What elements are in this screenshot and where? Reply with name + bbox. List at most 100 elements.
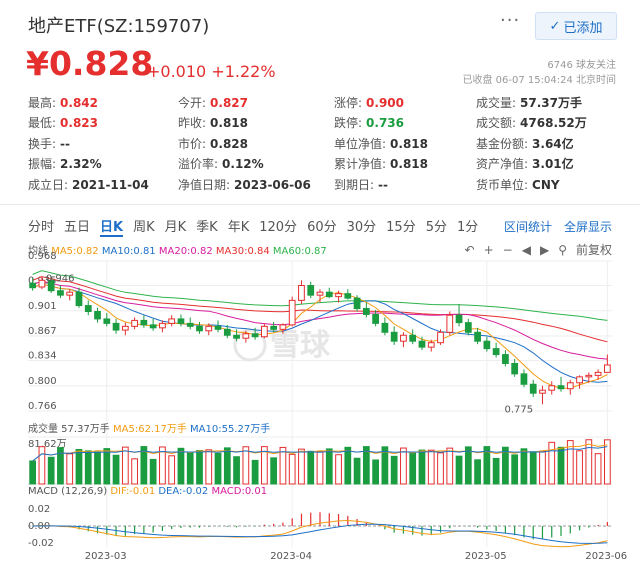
quote-value: 0.818 — [210, 116, 249, 130]
quote-item: 成交额: 4768.52万 — [476, 114, 587, 131]
tab-5[interactable]: 季K — [196, 216, 218, 237]
price-tick-label: 0.834 — [28, 351, 57, 362]
macd-legend: MACD (12,26,9) DIF:-0.01 DEA:-0.02 MACD:… — [28, 486, 267, 497]
candle-body — [112, 322, 120, 331]
tab-11[interactable]: 5分 — [426, 216, 447, 237]
more-options-icon[interactable]: ··· — [500, 10, 520, 31]
volume-bar — [38, 446, 46, 485]
candle-body — [103, 318, 111, 324]
tab-0[interactable]: 分时 — [28, 216, 54, 237]
candle-body — [474, 331, 481, 342]
candle-body — [149, 324, 157, 329]
added-watchlist-button[interactable]: ✓ 已添加 — [535, 12, 617, 40]
quote-value: 2.32% — [60, 157, 102, 171]
volume-bar — [455, 455, 463, 485]
fund-title: 地产ETF(SZ:159707) — [28, 16, 210, 37]
quote-value: CNY — [532, 178, 560, 192]
candle-body — [492, 348, 500, 356]
tab-3[interactable]: 周K — [133, 216, 155, 237]
candle-body — [353, 297, 361, 310]
quote-label: 溢价率: — [178, 157, 219, 171]
kline-chart[interactable]: 0.9680.9350.9010.8670.8340.8000.7662023-… — [0, 247, 640, 577]
quote-label: 振幅: — [28, 157, 57, 171]
tab-6[interactable]: 年K — [228, 216, 250, 237]
volume-bar — [298, 448, 305, 485]
volume-bar — [279, 446, 287, 485]
tab-7[interactable]: 120分 — [259, 216, 297, 237]
range-stats-link[interactable]: 区间统计 — [504, 218, 552, 235]
added-label: 已添加 — [563, 20, 603, 36]
quote-label: 成交额: — [476, 116, 517, 130]
quote-value: 0.823 — [60, 116, 99, 130]
candle-body — [75, 291, 83, 307]
candle-body — [409, 334, 417, 342]
quote-value: 0.828 — [210, 137, 249, 151]
tab-12[interactable]: 1分 — [457, 216, 478, 237]
tab-4[interactable]: 月K — [165, 216, 187, 237]
tab-9[interactable]: 30分 — [347, 216, 377, 237]
quote-label: 累计净值: — [334, 157, 387, 171]
tab-2[interactable]: 日K — [100, 216, 124, 237]
quote-value: 0.818 — [390, 157, 429, 171]
candle-body — [576, 376, 583, 384]
candle-body — [233, 334, 240, 339]
volume-bar — [223, 447, 231, 485]
quote-value: 2021-11-04 — [72, 178, 149, 192]
volume-bar — [233, 456, 240, 485]
quote-label: 净值日期: — [178, 178, 231, 192]
candle-body — [464, 322, 472, 333]
tab-10[interactable]: 15分 — [386, 216, 416, 237]
chart-links: 区间统计 全屏显示 — [504, 218, 612, 235]
quote-value: 4768.52万 — [520, 116, 587, 130]
candle-body — [84, 305, 92, 312]
legend-entry: MA10:55.27万手 — [190, 424, 271, 435]
candle-body — [325, 291, 333, 298]
volume-bar — [520, 448, 528, 485]
quote-label: 市价: — [178, 137, 207, 151]
candle-body — [455, 314, 463, 324]
quote-value: 0.842 — [60, 96, 99, 110]
volume-bar — [418, 449, 426, 485]
price-tick-label: 0.800 — [28, 376, 57, 387]
followers-count: 6746 球友关注 — [547, 60, 616, 71]
candle-body — [205, 325, 213, 332]
legend-entry: DEA:-0.02 — [158, 486, 212, 497]
candle-body — [186, 322, 194, 327]
quote-label: 货币单位: — [476, 178, 529, 192]
candle-body — [362, 308, 370, 315]
min-price-label: 0.775 — [504, 404, 533, 415]
divider — [0, 204, 640, 205]
volume-bar — [177, 447, 185, 485]
volume-bar — [539, 450, 546, 485]
candle-body — [279, 324, 287, 330]
candle-body — [548, 385, 556, 391]
candle-body — [140, 319, 148, 326]
quote-item: 到期日: -- — [334, 176, 388, 193]
candle-body — [121, 325, 129, 331]
volume-bar — [307, 450, 315, 485]
tab-8[interactable]: 60分 — [307, 216, 337, 237]
date-tick-label: 2023-06 — [585, 551, 627, 562]
volume-bar — [214, 452, 222, 485]
change-percent: +1.22% — [211, 62, 276, 81]
quote-value: 3.64亿 — [532, 137, 574, 151]
candle-body — [418, 340, 426, 348]
fullscreen-link[interactable]: 全屏显示 — [564, 218, 612, 235]
quote-item: 资产净值: 3.01亿 — [476, 155, 574, 172]
candle-body — [400, 334, 407, 342]
volume-bar — [529, 451, 537, 485]
candle-body — [307, 285, 315, 296]
volume-bar — [168, 455, 176, 485]
volume-bar — [121, 446, 129, 485]
candle-body — [29, 282, 37, 289]
quote-label: 最低: — [28, 116, 57, 130]
candle-body — [57, 290, 64, 296]
quote-value: 3.01亿 — [532, 157, 574, 171]
period-tabs: 分时 五日 日K 周K 月K 季K 年K 120分 60分 30分 15分 5分 1分 — [28, 216, 488, 237]
quote-value: 2023-06-06 — [234, 178, 311, 192]
candle-body — [511, 362, 519, 375]
volume-bar — [325, 448, 333, 485]
volume-bar — [474, 459, 481, 485]
tab-1[interactable]: 五日 — [64, 216, 90, 237]
candle-body — [223, 328, 231, 336]
